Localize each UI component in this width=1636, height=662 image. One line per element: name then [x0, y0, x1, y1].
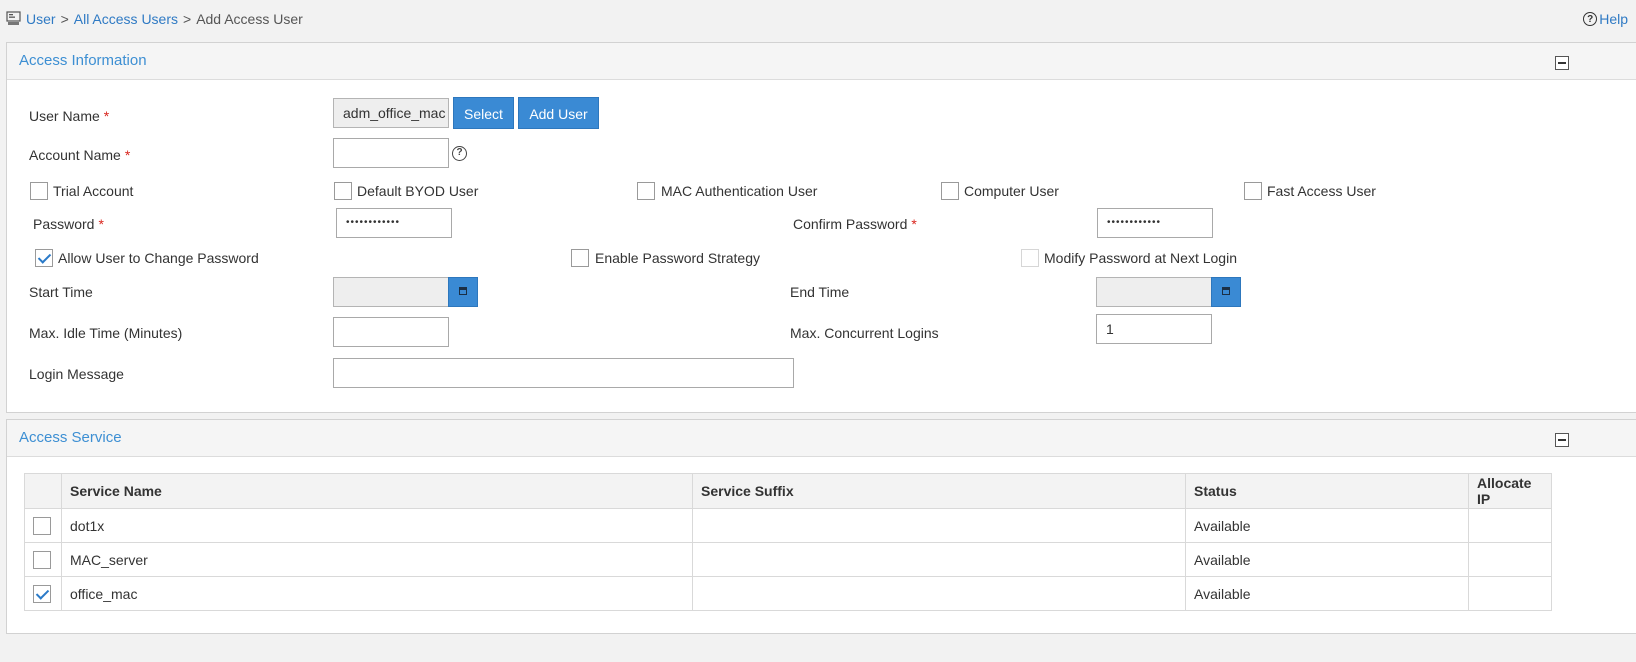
enable-password-strategy-label: Enable Password Strategy [595, 250, 760, 266]
status-cell: Available [1185, 542, 1469, 577]
panel-header: Access Information [7, 43, 1636, 80]
default-byod-user-label: Default BYOD User [357, 183, 479, 199]
computer-user-checkbox[interactable] [941, 182, 959, 200]
breadcrumb-separator: > [60, 11, 69, 27]
select-button[interactable]: Select [453, 97, 514, 129]
panel-title: Access Service [19, 429, 122, 446]
required-marker: * [911, 216, 917, 232]
confirm-password-label: Confirm Password * [793, 216, 917, 232]
user-list-icon [6, 11, 21, 25]
account-name-label: Account Name * [29, 147, 131, 163]
start-time-label: Start Time [29, 284, 93, 300]
max-concurrent-logins-label: Max. Concurrent Logins [790, 325, 939, 341]
access-service-table: Service Name Service Suffix Status Alloc… [24, 473, 1552, 611]
help-label: Help [1599, 11, 1628, 27]
status-cell: Available [1185, 576, 1469, 611]
computer-user-label: Computer User [964, 183, 1059, 199]
breadcrumb-current: Add Access User [196, 11, 303, 27]
column-header[interactable]: Service Name [61, 473, 693, 509]
row-select-cell [24, 576, 62, 611]
row-select-cell [24, 508, 62, 543]
service-suffix-cell [692, 576, 1186, 611]
access-service-panel: Access Service Service Name Service Suff… [6, 419, 1636, 634]
column-header[interactable]: Service Suffix [692, 473, 1186, 509]
breadcrumb-separator: > [183, 11, 192, 27]
calendar-icon[interactable] [1211, 277, 1241, 307]
start-time-input[interactable] [333, 277, 449, 307]
table-row[interactable]: dot1x Available [24, 508, 1552, 543]
table-row[interactable]: office_mac Available [24, 576, 1552, 611]
table-header-row: Service Name Service Suffix Status Alloc… [24, 473, 1552, 509]
fast-access-user-label: Fast Access User [1267, 183, 1376, 199]
panel-title: Access Information [19, 52, 147, 69]
collapse-icon[interactable] [1555, 433, 1569, 447]
service-suffix-cell [692, 542, 1186, 577]
row-checkbox[interactable] [33, 585, 51, 603]
help-question-icon[interactable]: ? [452, 146, 467, 161]
allocate-ip-cell[interactable] [1468, 576, 1552, 611]
help-icon: ? [1583, 12, 1598, 26]
select-column-header [24, 473, 62, 509]
max-idle-time-input[interactable] [333, 317, 449, 347]
mac-authentication-user-checkbox[interactable] [637, 182, 655, 200]
allocate-ip-cell[interactable] [1468, 542, 1552, 577]
modify-password-next-login-label: Modify Password at Next Login [1044, 250, 1237, 266]
collapse-icon[interactable] [1555, 56, 1569, 70]
trial-account-label: Trial Account [53, 183, 134, 199]
mac-authentication-user-label: MAC Authentication User [661, 183, 818, 199]
account-name-input[interactable] [333, 138, 449, 168]
service-name-cell: dot1x [61, 508, 693, 543]
access-information-panel: Access Information User Name * adm_office… [6, 42, 1636, 413]
allow-change-password-checkbox[interactable] [35, 249, 53, 267]
end-time-label: End Time [790, 284, 850, 300]
fast-access-user-checkbox[interactable] [1244, 182, 1262, 200]
status-cell: Available [1185, 508, 1469, 543]
service-name-cell: MAC_server [61, 542, 693, 577]
service-name-cell: office_mac [61, 576, 693, 611]
help-link[interactable]: ? Help [1583, 11, 1628, 27]
login-message-label: Login Message [29, 366, 124, 382]
breadcrumb-all-access-users[interactable]: All Access Users [74, 11, 178, 27]
password-label: Password * [33, 216, 104, 232]
row-select-cell [24, 542, 62, 577]
user-name-label: User Name * [29, 108, 110, 124]
allocate-ip-cell[interactable] [1468, 508, 1552, 543]
service-suffix-cell [692, 508, 1186, 543]
default-byod-user-checkbox[interactable] [334, 182, 352, 200]
breadcrumb: User > All Access Users > Add Access User [26, 11, 303, 27]
user-name-field[interactable]: adm_office_mac [333, 98, 449, 128]
confirm-password-input[interactable]: •••••••••••• [1097, 208, 1213, 238]
row-checkbox[interactable] [33, 517, 51, 535]
panel-header: Access Service [7, 420, 1636, 457]
top-bar: User > All Access Users > Add Access User ? … [0, 0, 1636, 38]
required-marker: * [124, 147, 131, 163]
calendar-icon[interactable] [448, 277, 478, 307]
password-input[interactable]: •••••••••••• [336, 208, 452, 238]
allow-change-password-label: Allow User to Change Password [58, 250, 259, 266]
column-header[interactable]: Status [1185, 473, 1469, 509]
add-user-button[interactable]: Add User [518, 97, 599, 129]
required-marker: * [98, 216, 104, 232]
max-idle-time-label: Max. Idle Time (Minutes) [29, 325, 183, 341]
row-checkbox[interactable] [33, 551, 51, 569]
table-row[interactable]: MAC_server Available [24, 542, 1552, 577]
end-time-input[interactable] [1096, 277, 1212, 307]
breadcrumb-user[interactable]: User [26, 11, 56, 27]
max-concurrent-logins-input[interactable]: 1 [1096, 314, 1212, 344]
login-message-input[interactable] [333, 358, 794, 388]
column-header[interactable]: Allocate IP [1468, 473, 1552, 509]
modify-password-next-login-checkbox[interactable] [1021, 249, 1039, 267]
enable-password-strategy-checkbox[interactable] [571, 249, 589, 267]
trial-account-checkbox[interactable] [30, 182, 48, 200]
required-marker: * [103, 108, 110, 124]
